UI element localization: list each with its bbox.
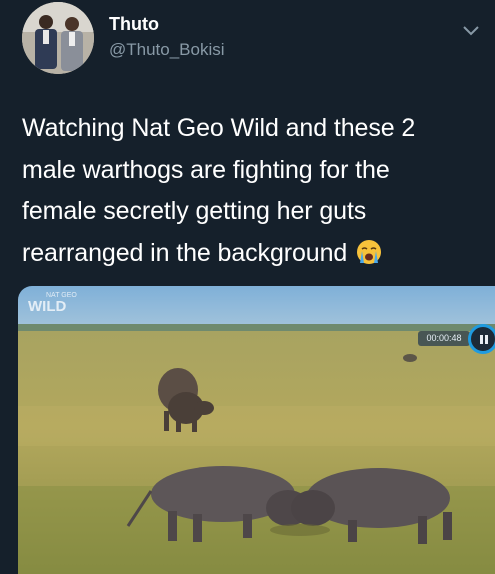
channel-logo: NAT GEO WILD [28,292,77,314]
tweet-line: rearranged in the background [22,233,482,275]
avatar[interactable] [22,2,94,74]
chevron-down-icon[interactable] [461,24,481,38]
tweet-line: female secretly getting her guts [22,197,367,225]
author-handle[interactable]: @Thuto_Bokisi [109,40,225,60]
tweet-text: Watching Nat Geo Wild and these 2 male w… [22,108,482,274]
crying-face-emoji-icon [357,239,382,264]
tweet-line: male warthogs are fighting for the [22,155,390,184]
channel-logo-big: WILD [28,298,67,315]
video-player[interactable]: NAT GEO WILD 00:00:48 [18,286,495,574]
video-timestamp: 00:00:48 [418,331,470,346]
tweet-card: Thuto @Thuto_Bokisi Watching Nat Geo Wil… [0,0,495,574]
pause-icon[interactable] [468,324,495,354]
tweet-line: Watching Nat Geo Wild and these 2 [22,114,416,142]
author-name[interactable]: Thuto [109,14,159,35]
tweet-line-text: rearranged in the background [22,238,348,267]
